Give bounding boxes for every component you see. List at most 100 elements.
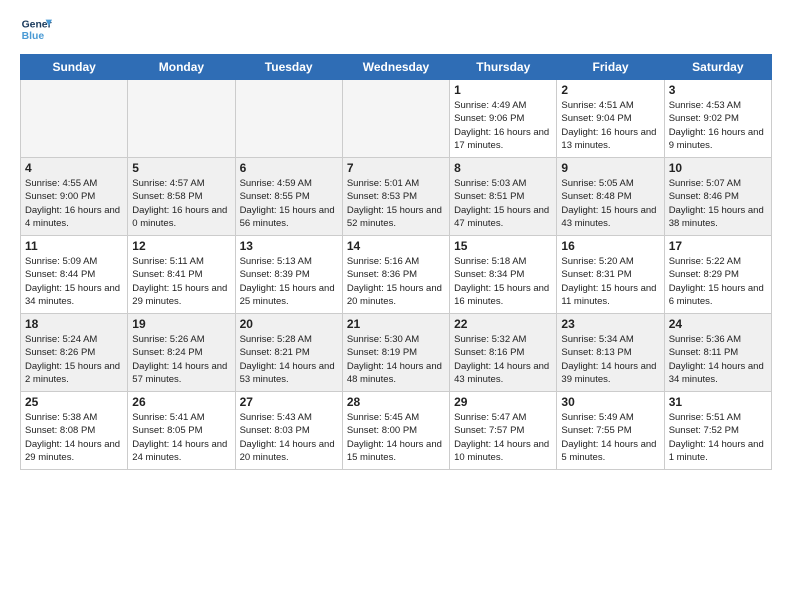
day-number: 30	[561, 395, 659, 409]
day-info: Sunrise: 5:24 AMSunset: 8:26 PMDaylight:…	[25, 333, 123, 386]
day-info: Sunrise: 5:34 AMSunset: 8:13 PMDaylight:…	[561, 333, 659, 386]
day-number: 24	[669, 317, 767, 331]
day-cell: 23 Sunrise: 5:34 AMSunset: 8:13 PMDayligh…	[557, 314, 664, 392]
day-cell: 31Sunrise: 5:51 AMSunset: 7:52 PMDayligh…	[664, 392, 771, 470]
day-cell: 10Sunrise: 5:07 AMSunset: 8:46 PMDayligh…	[664, 158, 771, 236]
day-number: 8	[454, 161, 552, 175]
day-info: Sunrise: 4:59 AMSunset: 8:55 PMDaylight:…	[240, 177, 338, 230]
day-cell: 20Sunrise: 5:28 AMSunset: 8:21 PMDayligh…	[235, 314, 342, 392]
day-cell: 15 Sunrise: 5:18 AMSunset: 8:34 PMDayligh…	[450, 236, 557, 314]
day-number: 3	[669, 83, 767, 97]
day-cell	[342, 80, 449, 158]
day-cell: 13 Sunrise: 5:13 AMSunset: 8:39 PMDayligh…	[235, 236, 342, 314]
week-row-3: 18 Sunrise: 5:24 AMSunset: 8:26 PMDayligh…	[21, 314, 772, 392]
day-info: Sunrise: 5:41 AMSunset: 8:05 PMDaylight:…	[132, 411, 230, 464]
svg-text:Blue: Blue	[22, 31, 45, 42]
day-cell: 11Sunrise: 5:09 AMSunset: 8:44 PMDayligh…	[21, 236, 128, 314]
day-number: 7	[347, 161, 445, 175]
day-cell: 9Sunrise: 5:05 AMSunset: 8:48 PMDaylight…	[557, 158, 664, 236]
day-number: 23	[561, 317, 659, 331]
day-cell: 16 Sunrise: 5:20 AMSunset: 8:31 PMDayligh…	[557, 236, 664, 314]
weekday-header-thursday: Thursday	[450, 55, 557, 80]
day-number: 6	[240, 161, 338, 175]
day-cell: 26 Sunrise: 5:41 AMSunset: 8:05 PMDayligh…	[128, 392, 235, 470]
weekday-header-friday: Friday	[557, 55, 664, 80]
day-cell: 22 Sunrise: 5:32 AMSunset: 8:16 PMDayligh…	[450, 314, 557, 392]
day-number: 5	[132, 161, 230, 175]
day-cell: 27 Sunrise: 5:43 AMSunset: 8:03 PMDayligh…	[235, 392, 342, 470]
day-cell: 21 Sunrise: 5:30 AMSunset: 8:19 PMDayligh…	[342, 314, 449, 392]
day-number: 17	[669, 239, 767, 253]
day-info: Sunrise: 5:47 AMSunset: 7:57 PMDaylight:…	[454, 411, 552, 464]
day-cell: 4 Sunrise: 4:55 AMSunset: 9:00 PMDaylight…	[21, 158, 128, 236]
day-number: 22	[454, 317, 552, 331]
day-number: 28	[347, 395, 445, 409]
day-number: 20	[240, 317, 338, 331]
week-row-0: 1 Sunrise: 4:49 AMSunset: 9:06 PMDaylight…	[21, 80, 772, 158]
day-info: Sunrise: 5:22 AMSunset: 8:29 PMDaylight:…	[669, 255, 767, 308]
day-info: Sunrise: 5:36 AMSunset: 8:11 PMDaylight:…	[669, 333, 767, 386]
day-cell: 6 Sunrise: 4:59 AMSunset: 8:55 PMDaylight…	[235, 158, 342, 236]
day-cell: 7 Sunrise: 5:01 AMSunset: 8:53 PMDaylight…	[342, 158, 449, 236]
page: General Blue SundayMondayTuesdayWednesda…	[0, 0, 792, 612]
weekday-header-row: SundayMondayTuesdayWednesdayThursdayFrid…	[21, 55, 772, 80]
week-row-4: 25 Sunrise: 5:38 AMSunset: 8:08 PMDayligh…	[21, 392, 772, 470]
day-info: Sunrise: 5:32 AMSunset: 8:16 PMDaylight:…	[454, 333, 552, 386]
week-row-2: 11Sunrise: 5:09 AMSunset: 8:44 PMDayligh…	[21, 236, 772, 314]
day-cell: 28Sunrise: 5:45 AMSunset: 8:00 PMDayligh…	[342, 392, 449, 470]
day-info: Sunrise: 5:09 AMSunset: 8:44 PMDaylight:…	[25, 255, 123, 308]
day-number: 19	[132, 317, 230, 331]
day-info: Sunrise: 5:16 AMSunset: 8:36 PMDaylight:…	[347, 255, 445, 308]
day-info: Sunrise: 5:18 AMSunset: 8:34 PMDaylight:…	[454, 255, 552, 308]
weekday-header-tuesday: Tuesday	[235, 55, 342, 80]
day-info: Sunrise: 5:20 AMSunset: 8:31 PMDaylight:…	[561, 255, 659, 308]
day-number: 27	[240, 395, 338, 409]
day-info: Sunrise: 4:51 AMSunset: 9:04 PMDaylight:…	[561, 99, 659, 152]
logo-icon: General Blue	[20, 16, 52, 44]
day-cell: 30Sunrise: 5:49 AMSunset: 7:55 PMDayligh…	[557, 392, 664, 470]
day-cell: 18 Sunrise: 5:24 AMSunset: 8:26 PMDayligh…	[21, 314, 128, 392]
day-number: 13	[240, 239, 338, 253]
day-number: 1	[454, 83, 552, 97]
day-info: Sunrise: 5:43 AMSunset: 8:03 PMDaylight:…	[240, 411, 338, 464]
day-cell: 24 Sunrise: 5:36 AMSunset: 8:11 PMDayligh…	[664, 314, 771, 392]
day-cell: 2 Sunrise: 4:51 AMSunset: 9:04 PMDaylight…	[557, 80, 664, 158]
day-number: 21	[347, 317, 445, 331]
day-number: 12	[132, 239, 230, 253]
day-cell: 19 Sunrise: 5:26 AMSunset: 8:24 PMDayligh…	[128, 314, 235, 392]
day-cell: 17 Sunrise: 5:22 AMSunset: 8:29 PMDayligh…	[664, 236, 771, 314]
day-cell: 1 Sunrise: 4:49 AMSunset: 9:06 PMDaylight…	[450, 80, 557, 158]
day-number: 29	[454, 395, 552, 409]
logo: General Blue	[20, 16, 52, 44]
day-number: 9	[561, 161, 659, 175]
weekday-header-saturday: Saturday	[664, 55, 771, 80]
day-number: 2	[561, 83, 659, 97]
day-info: Sunrise: 5:51 AMSunset: 7:52 PMDaylight:…	[669, 411, 767, 464]
weekday-header-wednesday: Wednesday	[342, 55, 449, 80]
day-info: Sunrise: 5:07 AMSunset: 8:46 PMDaylight:…	[669, 177, 767, 230]
header: General Blue	[20, 16, 772, 44]
weekday-header-monday: Monday	[128, 55, 235, 80]
day-info: Sunrise: 5:01 AMSunset: 8:53 PMDaylight:…	[347, 177, 445, 230]
day-number: 26	[132, 395, 230, 409]
day-number: 18	[25, 317, 123, 331]
day-info: Sunrise: 5:30 AMSunset: 8:19 PMDaylight:…	[347, 333, 445, 386]
day-info: Sunrise: 4:49 AMSunset: 9:06 PMDaylight:…	[454, 99, 552, 152]
day-number: 16	[561, 239, 659, 253]
day-cell	[235, 80, 342, 158]
day-number: 15	[454, 239, 552, 253]
calendar: SundayMondayTuesdayWednesdayThursdayFrid…	[20, 54, 772, 470]
week-row-1: 4 Sunrise: 4:55 AMSunset: 9:00 PMDaylight…	[21, 158, 772, 236]
day-cell: 25 Sunrise: 5:38 AMSunset: 8:08 PMDayligh…	[21, 392, 128, 470]
day-cell	[21, 80, 128, 158]
day-number: 25	[25, 395, 123, 409]
weekday-header-sunday: Sunday	[21, 55, 128, 80]
day-number: 4	[25, 161, 123, 175]
day-info: Sunrise: 4:55 AMSunset: 9:00 PMDaylight:…	[25, 177, 123, 230]
day-cell	[128, 80, 235, 158]
day-info: Sunrise: 5:26 AMSunset: 8:24 PMDaylight:…	[132, 333, 230, 386]
day-cell: 29 Sunrise: 5:47 AMSunset: 7:57 PMDayligh…	[450, 392, 557, 470]
day-info: Sunrise: 5:13 AMSunset: 8:39 PMDaylight:…	[240, 255, 338, 308]
day-cell: 3Sunrise: 4:53 AMSunset: 9:02 PMDaylight…	[664, 80, 771, 158]
day-info: Sunrise: 5:38 AMSunset: 8:08 PMDaylight:…	[25, 411, 123, 464]
